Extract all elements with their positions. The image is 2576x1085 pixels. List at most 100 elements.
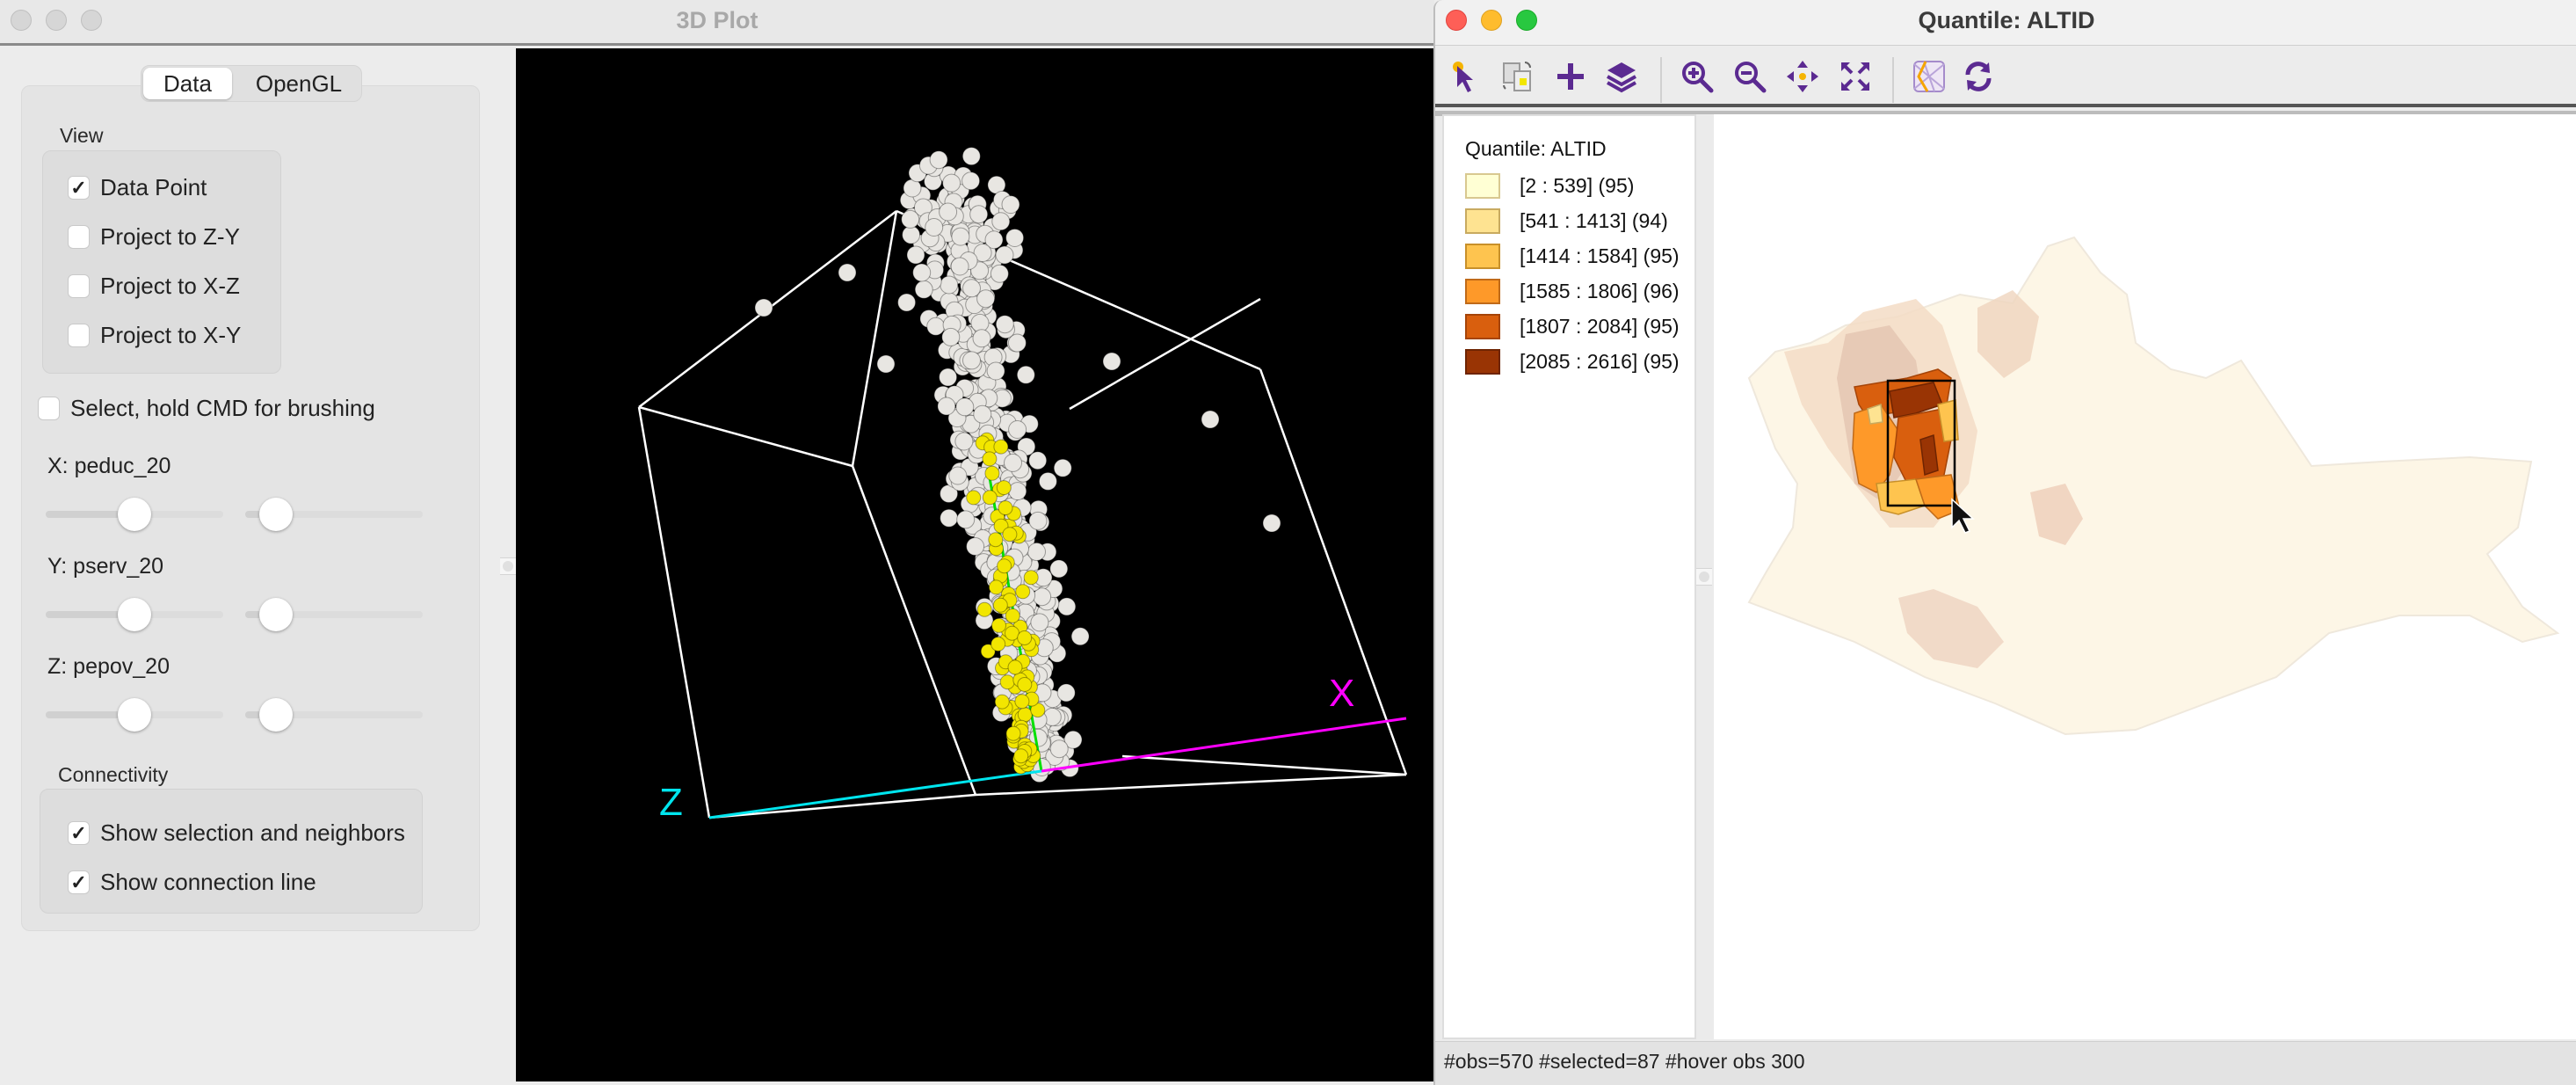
zoom-out-button[interactable] [1731, 57, 1769, 96]
checkbox-box[interactable]: ✓ [68, 870, 90, 894]
data-point [954, 432, 974, 451]
3d-plot-canvas[interactable]: X Z [516, 48, 1434, 1081]
checkbox-box[interactable]: ✓ [68, 176, 90, 200]
checkbox-show-selection-neighbors[interactable]: ✓ Show selection and neighbors [68, 819, 405, 847]
checkbox-box[interactable]: ✓ [68, 821, 90, 845]
box-edge [637, 406, 711, 819]
basemap-button[interactable] [1910, 57, 1948, 96]
data-point [912, 263, 932, 282]
copy-image-button[interactable] [1498, 57, 1537, 96]
data-point [956, 510, 976, 529]
tab-opengl[interactable]: OpenGL [238, 68, 359, 99]
slider-thumb[interactable] [118, 598, 151, 631]
x-axis-label: X: peduc_20 [47, 454, 171, 478]
refresh-button[interactable] [1959, 57, 1998, 96]
map-canvas[interactable] [1714, 114, 2576, 1039]
data-point [1008, 482, 1027, 501]
data-point [1016, 365, 1035, 384]
connectivity-section-label: Connectivity [58, 763, 169, 786]
legend-panel[interactable]: Quantile: ALTID [2 : 539] (95) [541 : 14… [1442, 114, 1696, 1039]
checkbox-data-point[interactable]: ✓ Data Point [68, 174, 207, 201]
selected-point [1013, 748, 1029, 764]
data-point [966, 537, 985, 556]
data-point [1049, 559, 1069, 579]
pan-icon [1787, 61, 1818, 92]
data-point [969, 205, 989, 224]
fit-extent-button[interactable] [1836, 57, 1875, 96]
selected-point [991, 617, 1006, 633]
slider-thumb[interactable] [259, 698, 294, 732]
legend-item[interactable]: [2085 : 2616] (95) [1465, 349, 1680, 375]
tab-data[interactable]: Data [143, 68, 232, 99]
x-slider-b[interactable] [245, 498, 423, 531]
data-point [1056, 683, 1076, 703]
data-point [970, 313, 990, 332]
slider-thumb[interactable] [118, 698, 151, 732]
checkbox-project-xy[interactable]: Project to X-Y [68, 322, 241, 349]
toolbar-separator [1892, 57, 1894, 103]
data-point [1053, 458, 1072, 477]
legend-label: [1585 : 1806] (96) [1520, 280, 1680, 302]
checkbox-box[interactable] [68, 324, 90, 347]
selected-point [1005, 725, 1021, 741]
3d-scatter-plot[interactable]: X Z [516, 48, 1434, 1081]
zoom-out-icon [1735, 62, 1767, 93]
checkbox-box[interactable] [68, 225, 90, 249]
legend-item[interactable]: [1585 : 1806] (96) [1465, 279, 1680, 304]
legend-swatch [1465, 208, 1500, 234]
selected-point [988, 579, 1004, 595]
zoom-in-button[interactable] [1678, 57, 1716, 96]
legend-item[interactable]: [1807 : 2084] (95) [1465, 314, 1680, 339]
data-point [1070, 627, 1090, 646]
data-point [937, 397, 956, 416]
data-point [1028, 451, 1048, 470]
data-point [991, 212, 1011, 231]
selected-point [993, 439, 1009, 455]
slider-thumb[interactable] [259, 498, 294, 531]
basemap-icon [1913, 61, 1945, 92]
legend-item[interactable]: [541 : 1413] (94) [1465, 208, 1668, 234]
data-point [940, 275, 959, 295]
checkbox-project-zy[interactable]: Project to Z-Y [68, 223, 240, 251]
select-tool-button[interactable] [1447, 57, 1485, 96]
x-slider-a[interactable] [46, 498, 223, 531]
legend-item[interactable]: [1414 : 1584] (95) [1465, 244, 1680, 269]
pan-button[interactable] [1783, 57, 1822, 96]
checkbox-label: Show selection and neighbors [100, 819, 405, 846]
checkbox-project-xz[interactable]: Project to X-Z [68, 273, 240, 300]
choropleth-map[interactable] [1714, 114, 2576, 1039]
data-point [950, 257, 969, 276]
data-point [1057, 597, 1077, 616]
z-slider-b[interactable] [245, 698, 423, 732]
tab-bar: Data OpenGL [141, 65, 362, 102]
plus-icon [1557, 63, 1584, 90]
z-slider-a[interactable] [46, 698, 223, 732]
data-point [1004, 453, 1022, 472]
slider-thumb[interactable] [118, 498, 151, 531]
data-point [1049, 739, 1069, 759]
add-button[interactable] [1551, 57, 1590, 96]
y-slider-a[interactable] [46, 598, 223, 631]
checkbox-label: Project to X-Y [100, 322, 242, 348]
y-slider-b[interactable] [245, 598, 423, 631]
checkbox-box[interactable] [68, 274, 90, 298]
legend-splitter[interactable] [1696, 114, 1714, 1039]
selected-point [982, 451, 998, 467]
slider-thumb[interactable] [259, 598, 294, 631]
quantile-map-window: Quantile: ALTID Quantile: ALTID [2: 539… [1433, 0, 2576, 1085]
checkbox-select-brushing[interactable]: Select, hold CMD for brushing [38, 395, 375, 422]
splitter-handle[interactable] [1696, 568, 1712, 586]
selected-point [1005, 625, 1020, 641]
layers-button[interactable] [1602, 57, 1641, 96]
layers-icon [1607, 62, 1636, 93]
data-point [1201, 410, 1220, 429]
data-point [961, 147, 981, 166]
selected-point [1017, 707, 1033, 723]
legend-item[interactable]: [2 : 539] (95) [1465, 173, 1634, 199]
checkbox-box[interactable] [38, 397, 60, 420]
splitter-handle[interactable] [500, 557, 516, 575]
data-point [906, 245, 925, 265]
checkbox-label: Project to X-Z [100, 273, 240, 299]
fit-extent-icon [1841, 62, 1869, 91]
checkbox-show-connection-line[interactable]: ✓ Show connection line [68, 869, 316, 896]
